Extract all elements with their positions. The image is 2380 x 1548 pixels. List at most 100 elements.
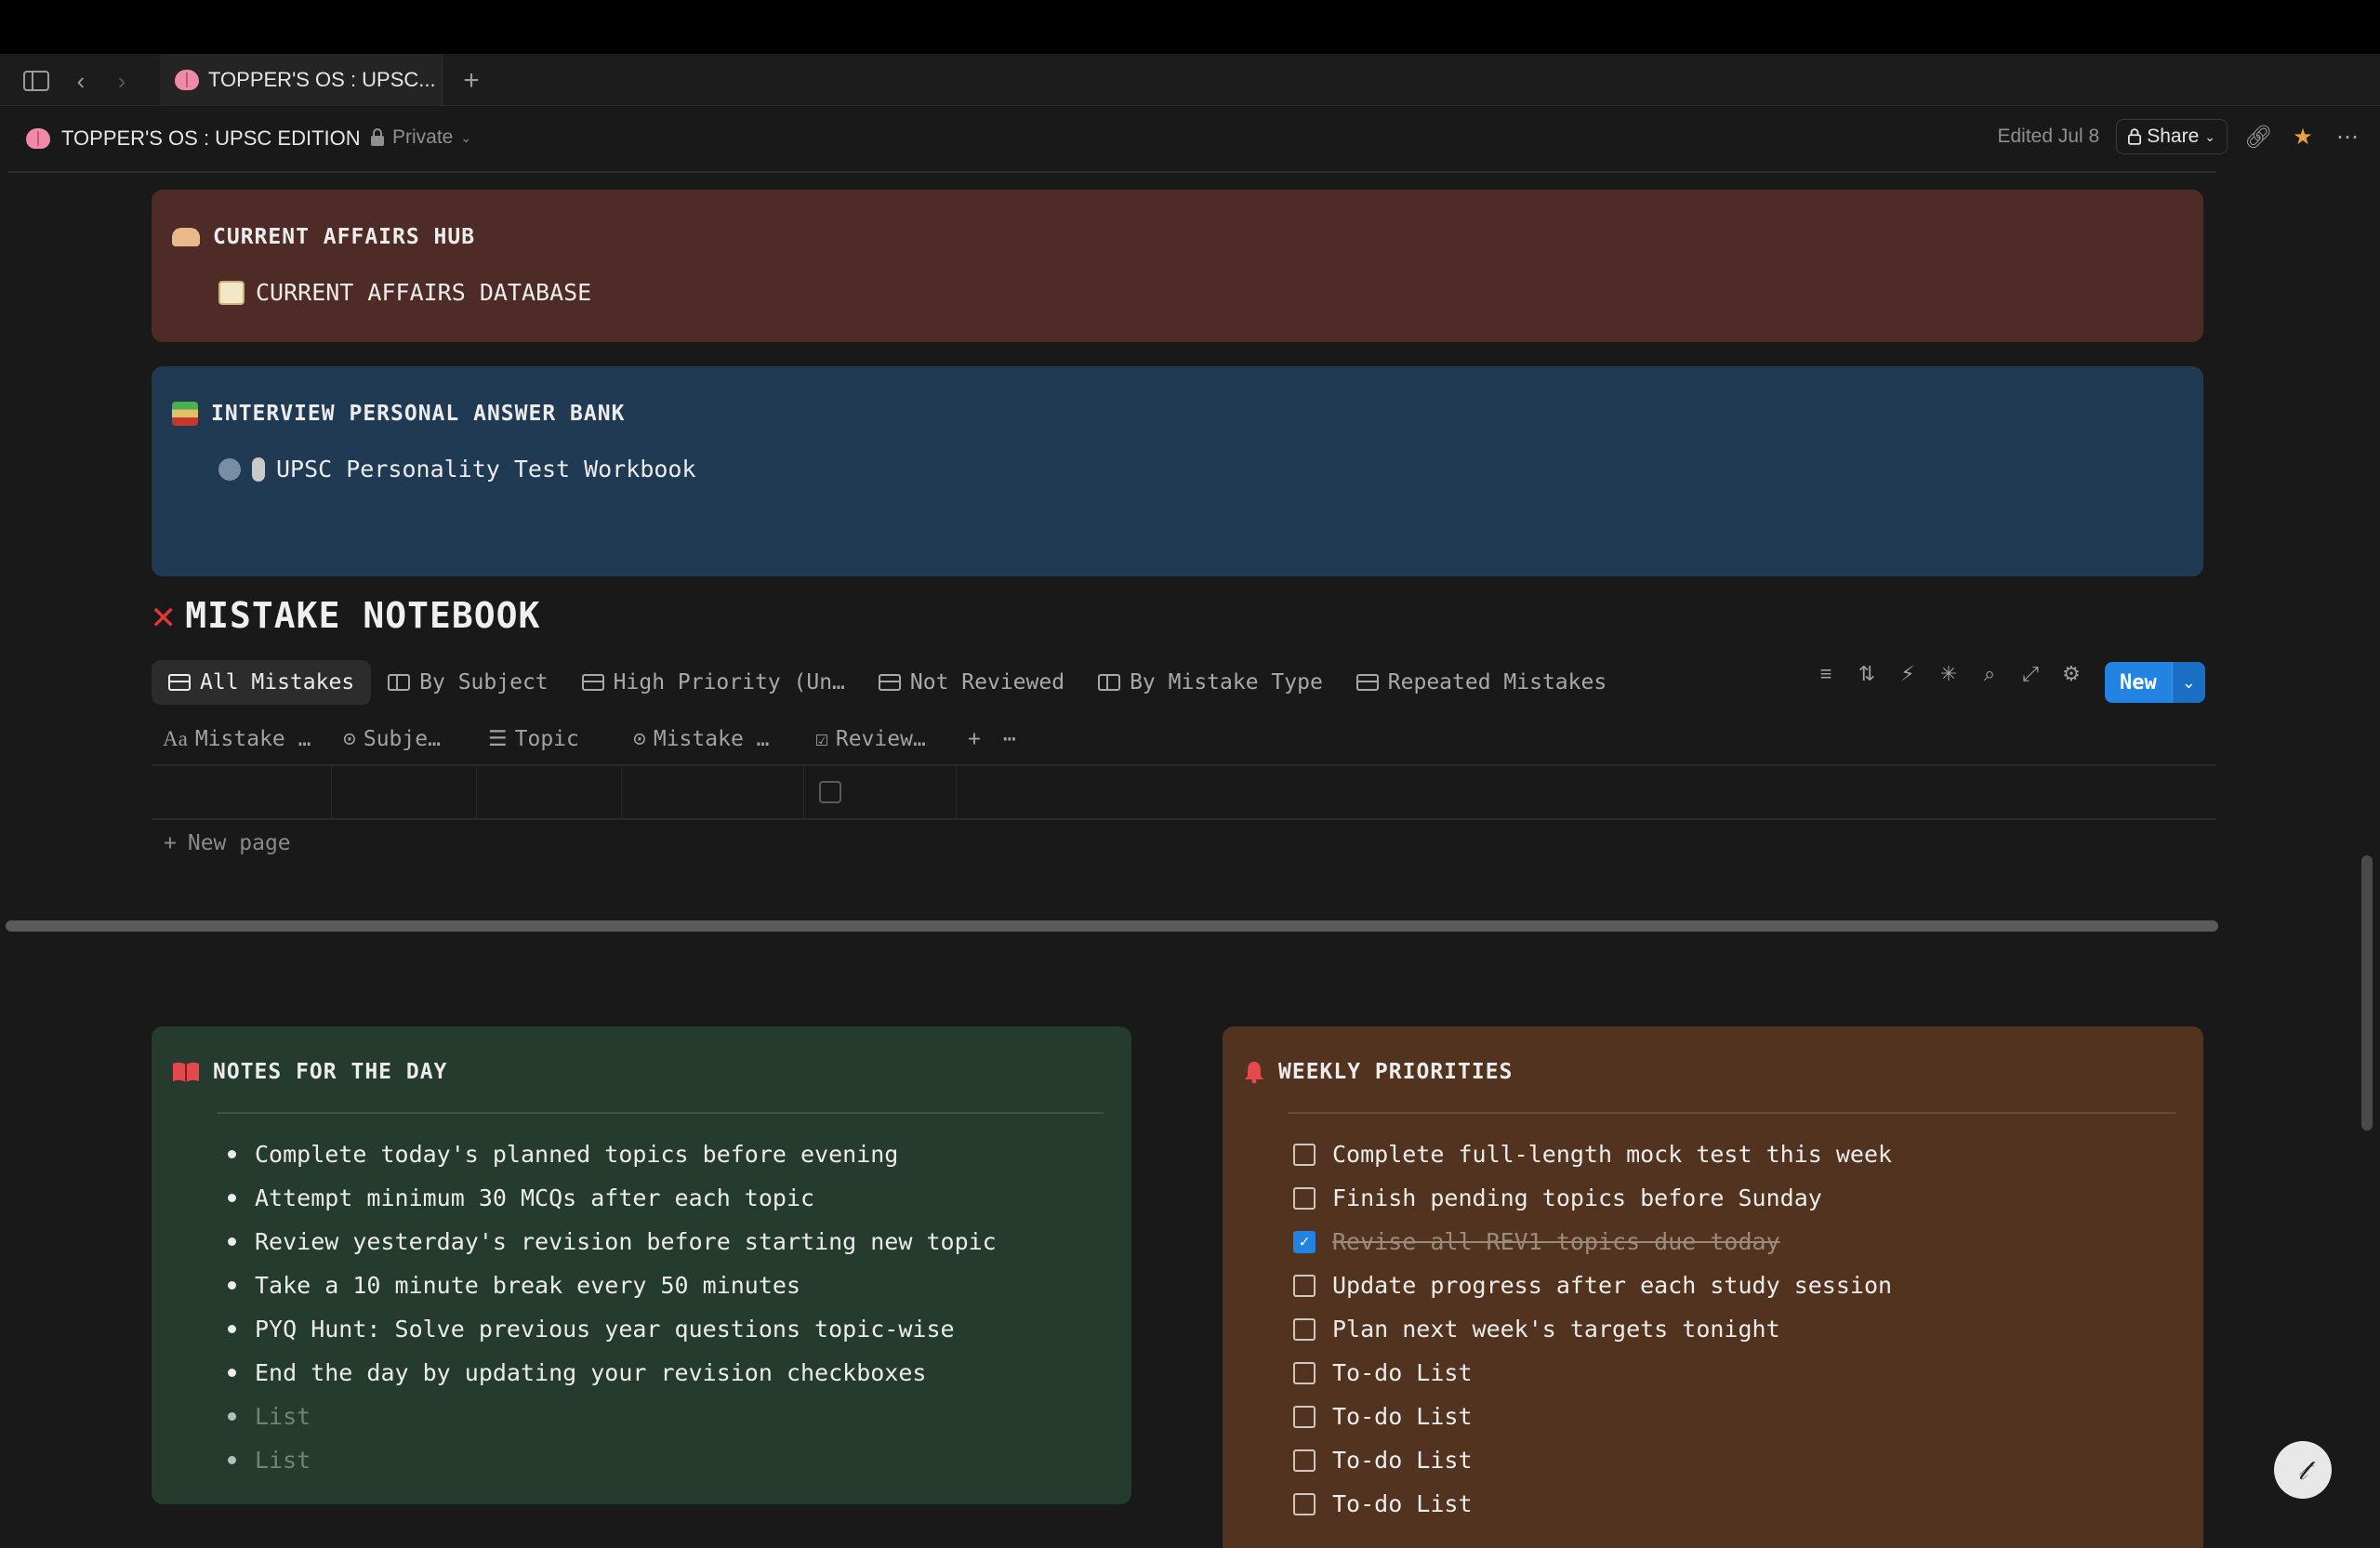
writing-hand-icon [172,228,200,246]
todo-checkbox[interactable] [1293,1361,1316,1384]
table-cell[interactable] [477,766,622,818]
todo-checkbox[interactable] [1293,1492,1316,1515]
list-item[interactable]: Complete today's planned topics before e… [228,1132,997,1176]
column-label: Mistake … [653,727,770,751]
link-label: CURRENT AFFAIRS DATABASE [256,279,592,306]
list-item[interactable]: Review yesterday's revision before start… [228,1220,997,1264]
table-cell[interactable] [804,766,957,818]
more-icon[interactable]: ⋯ [2334,124,2361,151]
expand-icon[interactable]: ⤢ [2017,662,2043,686]
notion-ai-icon[interactable]: 𝓉 [2274,1441,2332,1499]
list-item[interactable]: End the day by updating your revision ch… [228,1351,997,1395]
table-icon [581,674,604,691]
horizontal-scrollbar[interactable] [6,920,2218,932]
new-page-button[interactable]: + New page [164,831,291,855]
sort-icon[interactable]: ⇅ [1854,662,1880,686]
select-icon: ⊙ [343,727,356,751]
privacy-selector[interactable]: Private ⌄ [370,126,471,149]
column-subject[interactable]: ⊙ Subje… [332,727,477,751]
filter-icon[interactable]: ≡ [1813,662,1839,686]
list-item-placeholder[interactable]: List [228,1395,997,1438]
todo-checkbox[interactable] [1293,1143,1316,1166]
speaking-head-icon [218,457,241,481]
tab-label: Repeated Mistakes [1387,670,1607,695]
list-item[interactable]: PYQ Hunt: Solve previous year questions … [228,1307,997,1351]
todo-checkbox[interactable] [1293,1405,1316,1428]
list-item[interactable]: Attempt minimum 30 MCQs after each topic [228,1176,997,1220]
share-button[interactable]: Share ⌄ [2116,119,2228,154]
header-divider [7,171,2216,173]
list-item[interactable]: Take a 10 minute break every 50 minutes [228,1264,997,1307]
chevron-down-icon: ⌄ [2204,128,2215,144]
tab-all-mistakes[interactable]: All Mistakes [152,660,372,705]
more-icon[interactable]: ⋯ [992,727,1027,751]
tab-by-subject[interactable]: By Subject [371,660,564,705]
tab-high-priority[interactable]: High Priority (Un… [565,660,862,705]
list-item-text: List [255,1447,311,1474]
notes-callout: NOTES FOR THE DAY Complete today's plann… [152,1026,1131,1504]
new-tab-icon[interactable]: + [457,65,485,96]
todo-item[interactable]: Complete full-length mock test this week [1293,1132,1892,1176]
list-item-text: Attempt minimum 30 MCQs after each topic [255,1184,815,1211]
sidebar-toggle-icon[interactable] [22,67,50,95]
search-icon[interactable]: ⌕ [1977,662,2003,686]
bullet-icon [228,1325,236,1333]
todo-item[interactable]: Finish pending topics before Sunday [1293,1176,1892,1220]
todo-item[interactable]: ✓ Revise all REV1 topics due today [1293,1220,1892,1264]
interview-workbook-link[interactable]: UPSC Personality Test Workbook [218,456,696,483]
todo-checkbox[interactable] [1293,1186,1316,1210]
table-cell[interactable] [152,766,332,818]
bullet-icon [228,1150,236,1158]
todo-checkbox-checked[interactable]: ✓ [1293,1230,1316,1253]
text-icon: Aa [163,727,188,750]
todo-text: Update progress after each study session [1332,1272,1893,1299]
memo-icon [218,280,245,305]
new-button-label[interactable]: New [2105,662,2172,703]
todo-item[interactable]: Plan next week's targets tonight [1293,1307,1892,1351]
tab-by-mistake-type[interactable]: By Mistake Type [1081,660,1340,705]
todo-item[interactable]: Update progress after each study session [1293,1264,1892,1307]
column-label: Subje… [363,727,441,751]
sparkle-icon[interactable]: ✳ [1936,662,1962,686]
todo-item[interactable]: To-do List [1293,1395,1892,1438]
link-icon[interactable]: 🔗︎ [2244,124,2272,151]
list-item-placeholder[interactable]: List [228,1438,997,1482]
review-checkbox[interactable] [819,781,841,803]
tab-current-page[interactable]: TOPPER'S OS : UPSC... [160,54,443,106]
todo-item[interactable]: To-do List [1293,1482,1892,1526]
todo-checkbox[interactable] [1293,1274,1316,1297]
tab-repeated-mistakes[interactable]: Repeated Mistakes [1340,660,1623,705]
mistake-notebook-heading: ✕ MISTAKE NOTEBOOK [152,595,540,636]
tab-bar: ‹ › TOPPER'S OS : UPSC... + [0,54,2380,106]
column-reviewed[interactable]: ☑ Review… [804,727,957,751]
table-cell[interactable] [332,766,477,818]
star-icon[interactable]: ★ [2289,124,2317,151]
forward-icon[interactable]: › [108,67,136,95]
bullet-icon [228,1281,236,1290]
board-icon [388,674,411,691]
table-cell[interactable] [622,766,804,818]
settings-icon[interactable]: ⚙ [2058,662,2084,686]
todo-checkbox[interactable] [1293,1449,1316,1472]
vertical-scrollbar[interactable] [2361,855,2373,1131]
tab-not-reviewed[interactable]: Not Reviewed [862,660,1081,705]
add-column-icon[interactable]: + [957,727,992,751]
new-entry-button[interactable]: New ⌄ [2105,662,2205,703]
chevron-down-icon[interactable]: ⌄ [2171,662,2205,703]
todo-checkbox[interactable] [1293,1317,1316,1341]
todo-text: Finish pending topics before Sunday [1332,1184,1822,1211]
breadcrumb[interactable]: TOPPER'S OS : UPSC EDITION [26,126,361,151]
todo-item[interactable]: To-do List [1293,1351,1892,1395]
automation-icon[interactable]: ⚡︎ [1895,662,1921,686]
todo-item[interactable]: To-do List [1293,1438,1892,1482]
back-icon[interactable]: ‹ [67,67,95,95]
table-icon [1355,674,1379,691]
chevron-down-icon: ⌄ [460,129,472,145]
column-mistake[interactable]: Aa Mistake … [152,727,332,751]
table-divider [152,818,2215,820]
column-topic[interactable]: ☰ Topic [477,727,622,751]
todo-text: To-do List [1332,1447,1473,1474]
column-mistake-type[interactable]: ⊙ Mistake … [622,727,804,751]
callout-divider [217,1112,1104,1114]
current-affairs-link[interactable]: CURRENT AFFAIRS DATABASE [218,279,591,306]
